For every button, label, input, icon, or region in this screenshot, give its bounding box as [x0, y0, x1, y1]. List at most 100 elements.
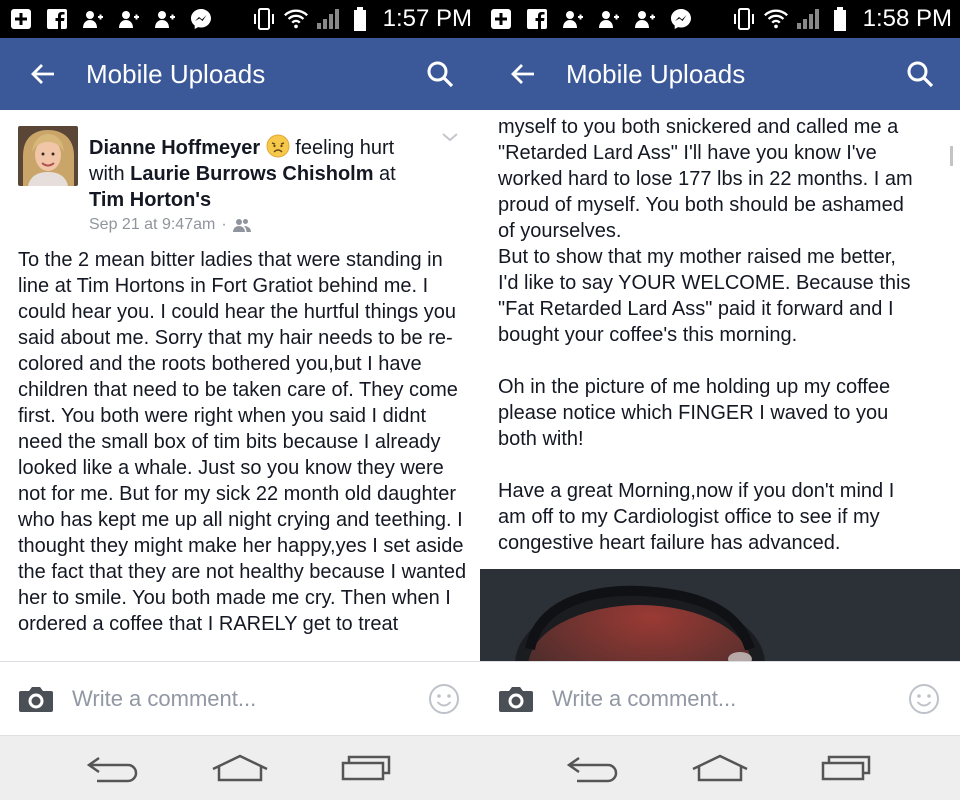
- post-options-button[interactable]: [440, 130, 460, 149]
- at-word: at: [373, 163, 396, 185]
- camera-button[interactable]: [480, 662, 552, 736]
- wifi-icon: [283, 6, 309, 32]
- post-header-text: Dianne Hoffmeyer feeling hurt with Lauri…: [89, 134, 429, 213]
- search-icon: [907, 61, 934, 88]
- nav-home-button[interactable]: [205, 743, 275, 793]
- camera-button[interactable]: [0, 662, 72, 736]
- place-name[interactable]: Tim Horton's: [89, 189, 211, 211]
- back-arrow-icon: [511, 64, 534, 84]
- post-line: congestive heart failure has advanced.: [498, 532, 841, 554]
- people-icon: [152, 6, 178, 32]
- wifi-icon: [763, 6, 789, 32]
- people-icon: [80, 6, 106, 32]
- people-icon: [560, 6, 586, 32]
- search-icon: [427, 61, 454, 88]
- people-icon: [116, 6, 142, 32]
- comment-bar: [0, 661, 480, 735]
- smiley-icon: [429, 683, 459, 714]
- nav-home-button[interactable]: [685, 743, 755, 793]
- people-icon: [632, 6, 658, 32]
- comment-input[interactable]: [552, 678, 888, 719]
- post-line: bought your coffee's this morning.: [498, 324, 798, 346]
- people-icon: [596, 6, 622, 32]
- post-line: both with!: [498, 428, 584, 450]
- status-time: 1:57 PM: [382, 5, 472, 32]
- notification-icons: [488, 6, 731, 32]
- post-content: Dianne Hoffmeyer feeling hurt with Lauri…: [0, 110, 480, 661]
- post-body: To the 2 mean bitter ladies that were st…: [18, 249, 467, 635]
- notification-icons: [8, 6, 251, 32]
- friends-audience-icon: [232, 219, 251, 232]
- sticker-button[interactable]: [888, 662, 960, 736]
- nav-recents-icon: [341, 755, 390, 781]
- page-title: Mobile Uploads: [566, 58, 746, 89]
- facebook-icon: [44, 6, 70, 32]
- post-line: am off to my Cardiologist office to see …: [498, 506, 880, 528]
- status-bar: 1:58 PM: [480, 0, 960, 38]
- battery-icon: [347, 6, 373, 32]
- author-name[interactable]: Dianne Hoffmeyer: [89, 137, 260, 159]
- post-line: of yourselves.: [498, 220, 622, 242]
- nav-back-button[interactable]: [558, 743, 628, 793]
- camera-icon: [19, 686, 53, 712]
- status-time: 1:58 PM: [862, 5, 952, 32]
- page-title: Mobile Uploads: [86, 58, 266, 89]
- post-line: But to show that my mother raised me bet…: [498, 246, 896, 268]
- back-button[interactable]: [0, 38, 86, 110]
- app-bar: Mobile Uploads: [480, 38, 960, 110]
- screen-left: 1:57 PM Mobile Uploads Dianne Hoffmeyer …: [0, 0, 480, 800]
- post-header: Dianne Hoffmeyer feeling hurt with Lauri…: [0, 110, 480, 238]
- vibrate-icon: [251, 6, 277, 32]
- add-box-icon: [488, 6, 514, 32]
- signal-icon: [315, 6, 341, 32]
- nav-back-icon: [87, 756, 138, 783]
- nav-home-icon: [212, 754, 268, 782]
- post-text-continued: myself to you both snickered and called …: [498, 114, 948, 556]
- post-line: Have a great Morning,now if you don't mi…: [498, 480, 895, 502]
- feeling-text: feeling hurt: [289, 137, 395, 159]
- post-line: "Retarded Lard Ass" I'll have you know I…: [498, 142, 877, 164]
- search-button[interactable]: [880, 38, 960, 110]
- nav-bar: [0, 735, 480, 800]
- messenger-icon: [188, 6, 214, 32]
- back-button[interactable]: [480, 38, 566, 110]
- avatar[interactable]: [18, 126, 78, 186]
- nav-back-icon: [567, 756, 618, 783]
- comment-input[interactable]: [72, 678, 408, 719]
- post-line: please notice which FINGER I waved to yo…: [498, 402, 889, 424]
- timestamp[interactable]: Sep 21 at 9:47am: [89, 216, 215, 234]
- post-line: proud of myself. You both should be asha…: [498, 194, 904, 216]
- post-meta: Sep 21 at 9:47am ·: [89, 216, 251, 234]
- facebook-icon: [524, 6, 550, 32]
- nav-recents-button[interactable]: [812, 743, 882, 793]
- post-line: worked hard to lose 177 lbs in 22 months…: [498, 168, 913, 190]
- post-line-blank: [498, 348, 948, 374]
- vibrate-icon: [731, 6, 757, 32]
- post-photo[interactable]: [480, 569, 960, 661]
- status-bar: 1:57 PM: [0, 0, 480, 38]
- nav-home-icon: [692, 754, 748, 782]
- post-line: I'd like to say YOUR WELCOME. Because th…: [498, 272, 911, 294]
- post-content: myself to you both snickered and called …: [480, 110, 960, 661]
- back-arrow-icon: [31, 64, 54, 84]
- nav-back-button[interactable]: [78, 743, 148, 793]
- sticker-button[interactable]: [408, 662, 480, 736]
- smiley-icon: [909, 683, 939, 714]
- chevron-down-icon: [442, 133, 458, 142]
- tagged-name[interactable]: Laurie Burrows Chisholm: [130, 163, 373, 185]
- camera-icon: [499, 686, 533, 712]
- post-line: Oh in the picture of me holding up my co…: [498, 376, 891, 398]
- post-line-blank: [498, 452, 948, 478]
- with-word: with: [89, 163, 131, 185]
- search-button[interactable]: [400, 38, 480, 110]
- system-icons: 1:58 PM: [731, 5, 952, 33]
- post-text: To the 2 mean bitter ladies that were st…: [18, 247, 468, 637]
- screens: 1:57 PM Mobile Uploads Dianne Hoffmeyer …: [0, 0, 960, 800]
- messenger-icon: [668, 6, 694, 32]
- screen-right: 1:58 PM Mobile Uploads myself to you bot…: [480, 0, 960, 800]
- nav-recents-button[interactable]: [332, 743, 402, 793]
- comment-bar: [480, 661, 960, 735]
- nav-recents-icon: [821, 755, 870, 781]
- post-line: myself to you both snickered and called …: [498, 116, 899, 138]
- post-line: "Fat Retarded Lard Ass" paid it forward …: [498, 298, 894, 320]
